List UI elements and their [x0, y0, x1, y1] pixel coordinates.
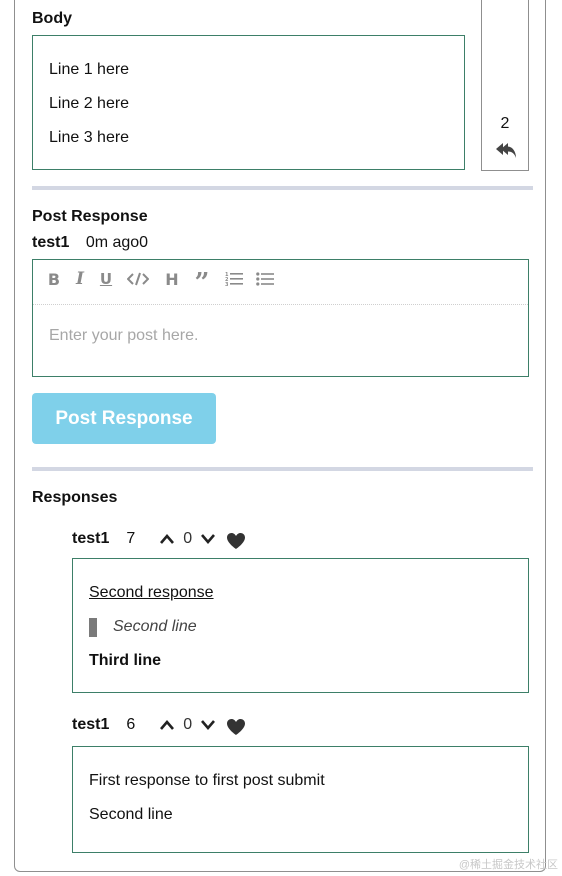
underline-icon[interactable]: U — [95, 268, 117, 290]
upvote-icon[interactable] — [159, 719, 175, 731]
bullet-list-icon[interactable] — [254, 268, 276, 290]
editor-toolbar: B I U H ” 1 2 3 — [33, 260, 528, 305]
section-divider — [32, 186, 533, 190]
editor-input[interactable]: Enter your post here. — [49, 327, 198, 345]
reply-all-icon[interactable] — [495, 141, 517, 161]
rich-text-editor: B I U H ” 1 2 3 Enter your post here. — [32, 259, 529, 377]
author-name: test1 — [72, 530, 110, 547]
body-line-3: Line 3 here — [49, 129, 130, 146]
heart-icon[interactable] — [226, 718, 246, 736]
author-name: test1 — [32, 234, 70, 251]
downvote-icon[interactable] — [200, 719, 216, 731]
post-body-box: Line 1 here Line 2 here Line 3 here — [32, 35, 465, 170]
response-meta: test1 0m ago0 — [32, 234, 148, 252]
response-meta: test1 6 0 — [72, 714, 246, 736]
author-name: test1 — [72, 716, 110, 733]
vote-count: 0 — [183, 716, 193, 733]
blockquote-bar — [89, 618, 97, 637]
response-meta: test1 7 0 — [72, 528, 246, 550]
bold-icon[interactable]: B — [43, 268, 65, 290]
upvote-icon[interactable] — [159, 533, 175, 545]
vote-count: 0 — [183, 530, 193, 547]
response-id: 6 — [126, 716, 136, 733]
post-response-button[interactable]: Post Response — [32, 393, 216, 444]
code-icon[interactable] — [127, 268, 149, 290]
response-id: 7 — [126, 530, 136, 547]
italic-icon[interactable]: I — [69, 268, 91, 290]
numbered-list-icon[interactable]: 1 2 3 — [223, 268, 245, 290]
response-line: Third line — [89, 652, 161, 669]
body-line-2: Line 2 here — [49, 95, 130, 112]
post-response-heading: Post Response — [32, 208, 148, 225]
blockquote-text: Second line — [113, 618, 197, 635]
heading-icon[interactable]: H — [161, 268, 183, 290]
watermark: @稀土掘金技术社区 — [458, 859, 558, 871]
body-heading: Body — [32, 10, 72, 27]
post-side-panel: 2 — [481, 0, 529, 171]
response-body-box: Second response Second line Third line — [72, 558, 529, 693]
response-line: Second line — [89, 806, 173, 823]
response-body-box: First response to first post submit Seco… — [72, 746, 529, 853]
post-time: 0m ago0 — [85, 234, 149, 251]
response-line: Second response — [89, 584, 214, 601]
heart-icon[interactable] — [226, 532, 246, 550]
svg-text:3: 3 — [225, 282, 229, 287]
downvote-icon[interactable] — [200, 533, 216, 545]
quote-icon[interactable]: ” — [191, 268, 213, 296]
response-line: First response to first post submit — [89, 772, 325, 789]
body-line-1: Line 1 here — [49, 61, 130, 78]
section-divider — [32, 467, 533, 471]
reply-count: 2 — [500, 115, 510, 132]
responses-heading: Responses — [32, 489, 118, 506]
